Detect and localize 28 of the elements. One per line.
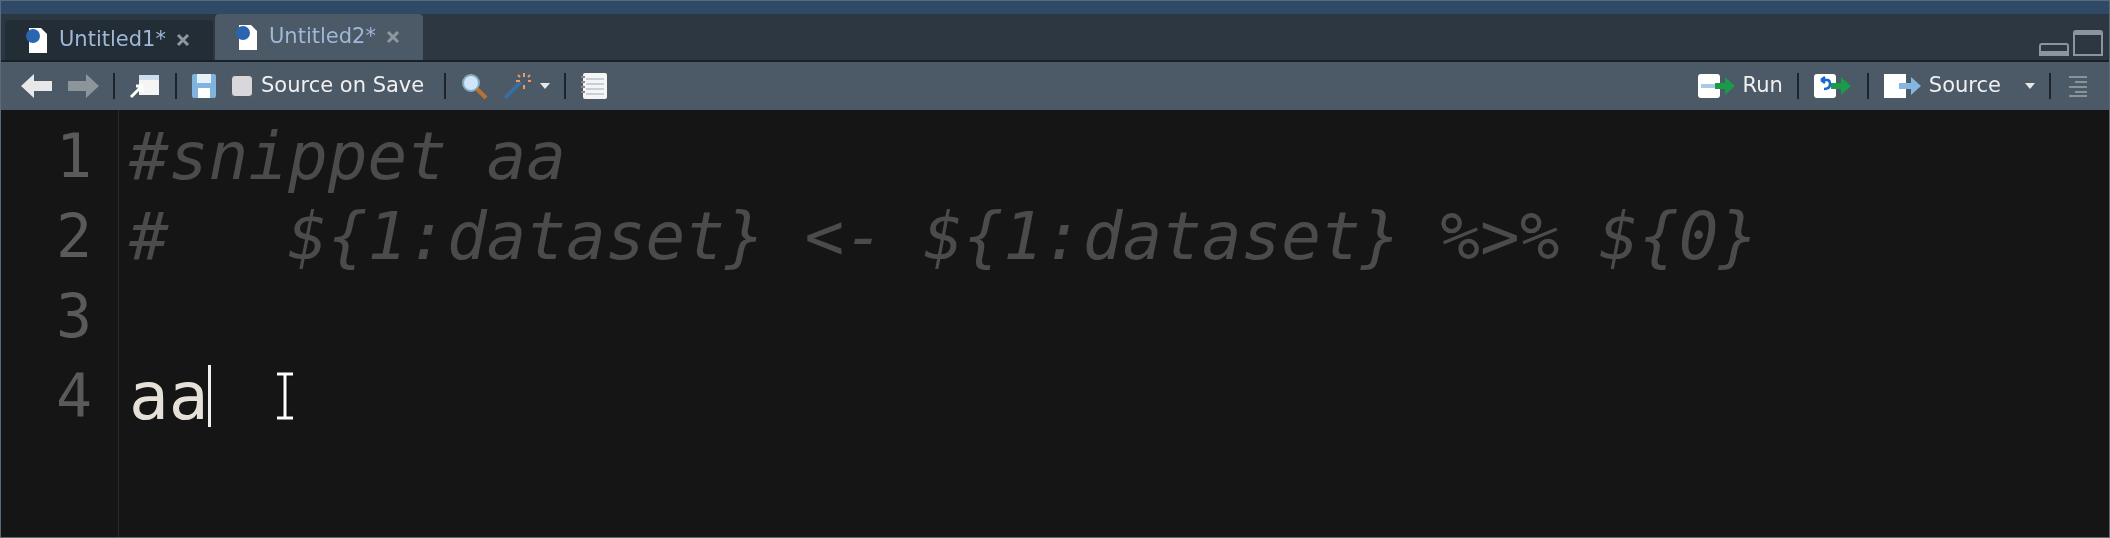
run-button[interactable]: Run bbox=[1696, 70, 1783, 102]
editor-tab[interactable]: Untitled2* bbox=[215, 14, 423, 60]
minimize-icon[interactable] bbox=[2039, 43, 2069, 56]
search-icon[interactable] bbox=[460, 72, 489, 100]
line-number: 2 bbox=[55, 200, 92, 273]
dropdown-caret-icon[interactable] bbox=[540, 83, 551, 89]
close-icon[interactable] bbox=[385, 30, 400, 44]
back-arrow-icon[interactable] bbox=[21, 73, 53, 99]
magic-wand-icon[interactable] bbox=[502, 71, 533, 101]
ibeam-cursor-icon bbox=[275, 372, 296, 420]
line-number: 4 bbox=[55, 360, 92, 433]
source-file-icon bbox=[1882, 73, 1923, 99]
notebook-icon[interactable] bbox=[580, 72, 609, 100]
save-icon[interactable] bbox=[191, 73, 217, 99]
code-line: aa bbox=[129, 356, 209, 437]
dropdown-caret-icon[interactable] bbox=[2025, 83, 2035, 89]
maximize-icon[interactable] bbox=[2073, 30, 2103, 56]
source-button[interactable]: Source bbox=[1882, 70, 2001, 102]
line-number: 3 bbox=[55, 280, 92, 353]
editor-tab[interactable]: Untitled1* bbox=[5, 20, 213, 60]
run-line-icon bbox=[1696, 73, 1737, 99]
close-icon[interactable] bbox=[175, 33, 190, 47]
r-file-icon bbox=[25, 26, 49, 54]
show-in-window-icon[interactable] bbox=[129, 73, 161, 99]
line-number: 1 bbox=[55, 120, 92, 193]
r-file-icon bbox=[235, 23, 259, 51]
source-on-save-checkbox[interactable]: Source on Save bbox=[231, 70, 425, 102]
rerun-icon[interactable] bbox=[1812, 73, 1853, 99]
